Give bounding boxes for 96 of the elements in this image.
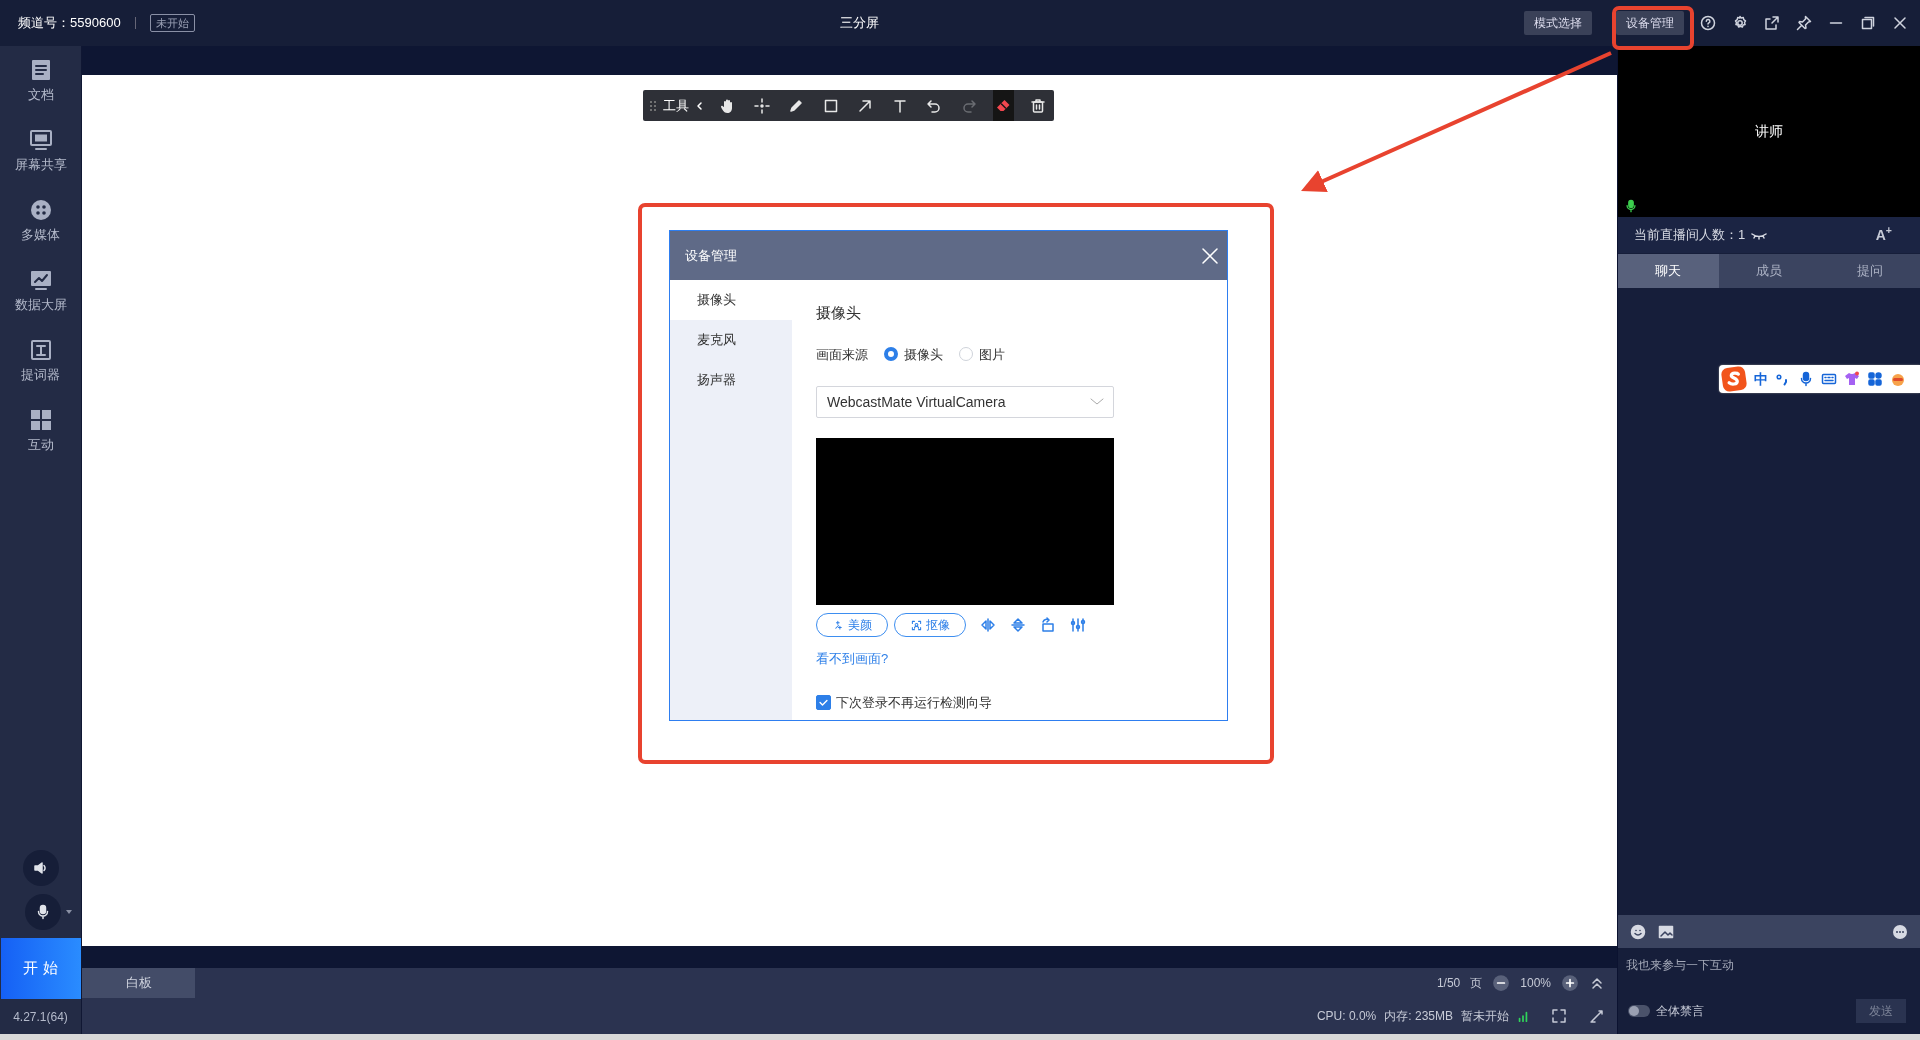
grid-icon [28, 408, 53, 432]
sidebar-label: 提词器 [21, 366, 60, 384]
help-link[interactable]: 看不到画面? [816, 649, 889, 669]
rotate-icon[interactable] [1040, 617, 1056, 633]
restore-icon[interactable] [1860, 15, 1876, 31]
redo-icon [960, 97, 977, 114]
caret-icon[interactable] [64, 908, 73, 916]
device-button[interactable]: 设备管理 [1616, 11, 1684, 35]
pen-icon [788, 97, 805, 114]
sidebar-label: 文档 [27, 86, 54, 104]
page-indicator: 1/50 [1436, 975, 1461, 992]
speaker-icon [32, 860, 49, 876]
video-label: 讲师 [1755, 122, 1783, 141]
dialog-nav-item[interactable]: 摄像头 [670, 280, 792, 320]
sidebar-item[interactable]: 提词器 [21, 338, 60, 396]
tool-button[interactable] [993, 90, 1014, 121]
field-label: 画面来源 [816, 345, 868, 364]
microphone-button[interactable] [24, 894, 61, 930]
arrow-icon [857, 97, 874, 114]
person-frame-icon [910, 619, 922, 631]
dialog-nav-item[interactable]: 麦克风 [670, 320, 792, 360]
close-icon[interactable] [1201, 246, 1219, 265]
sidebar-label: 数据大屏 [14, 296, 67, 314]
keyboard-icon[interactable] [1821, 371, 1837, 387]
toolbar-label: 工具 [663, 96, 689, 115]
sparkle-icon [832, 619, 844, 631]
channel-number: 频道号：5590600 [18, 14, 121, 33]
eraser-icon [995, 97, 1012, 114]
mode-button[interactable]: 模式选择 [1524, 11, 1592, 35]
collapse-chevron-icon[interactable] [695, 100, 703, 111]
source-radio[interactable]: 摄像头 [884, 344, 943, 364]
whiteboard-tab[interactable]: 白板 [82, 968, 195, 998]
start-button[interactable]: 开 始 [0, 938, 81, 999]
zoom-in-icon[interactable] [1561, 974, 1579, 992]
text-icon [891, 97, 908, 114]
dialog-nav-item[interactable]: 扬声器 [670, 360, 792, 400]
sidebar-label: 屏幕共享 [14, 156, 67, 174]
viewer-count: 当前直播间人数：1 [1634, 226, 1746, 245]
microphone-icon[interactable] [1798, 371, 1814, 387]
panel-tab[interactable]: 成员 [1718, 254, 1820, 288]
effect-button[interactable]: 美颜 [816, 613, 888, 637]
pin-icon[interactable] [1796, 15, 1812, 31]
fullscreen-icon[interactable] [1551, 1008, 1567, 1024]
chart-monitor-icon [28, 268, 53, 292]
sidebar-item[interactable]: 互动 [27, 408, 54, 466]
status-badge: 未开始 [149, 13, 195, 33]
skip-wizard-checkbox[interactable]: 下次登录不再运行检测向导 [816, 692, 992, 712]
close-icon[interactable] [1892, 15, 1908, 31]
film-reel-icon [28, 198, 53, 222]
section-heading: 摄像头 [816, 303, 861, 323]
signal-bars-icon [1517, 1009, 1529, 1023]
page-unit: 页 [1470, 975, 1483, 992]
input-mode[interactable]: 中 [1754, 368, 1768, 390]
window-title: 三分屏 [839, 14, 879, 33]
settings-icon[interactable] [1732, 15, 1748, 31]
camera-select[interactable]: WebcastMate VirtualCamera [816, 386, 1114, 418]
sidebar-label: 多媒体 [21, 226, 60, 244]
text-box-icon [28, 338, 53, 362]
speaker-button[interactable] [22, 850, 59, 886]
memory-usage: 内存: 235MB [1384, 1008, 1453, 1025]
mute-all-toggle[interactable]: 全体禁言 [1628, 1002, 1704, 1020]
flip-vertical-icon[interactable] [1010, 617, 1026, 633]
crosshair-icon [753, 97, 770, 114]
microphone-icon [1624, 199, 1638, 213]
flip-horizontal-icon[interactable] [980, 617, 996, 633]
dialog-title: 设备管理 [685, 246, 737, 265]
trash-icon [1029, 97, 1046, 114]
square-icon [822, 97, 839, 114]
image-icon[interactable] [1658, 923, 1674, 940]
monitor-icon [28, 128, 53, 152]
sidebar-label: 互动 [27, 436, 54, 454]
sliders-icon[interactable] [1070, 617, 1086, 633]
undo-icon [926, 97, 943, 114]
apps-grid-icon[interactable] [1867, 371, 1883, 387]
sidebar-item[interactable]: 屏幕共享 [14, 128, 67, 186]
s-logo-icon[interactable] [1721, 366, 1747, 392]
zoom-out-icon[interactable] [1492, 974, 1511, 992]
stream-status: 暂未开始 [1461, 1008, 1509, 1025]
sidebar-item[interactable]: 多媒体 [21, 198, 60, 256]
source-radio[interactable]: 图片 [959, 344, 1005, 364]
cpu-usage: CPU: 0.0% [1316, 1008, 1377, 1025]
zoom-level: 100% [1520, 975, 1551, 992]
sidebar-item[interactable]: 数据大屏 [14, 268, 67, 326]
drag-handle-icon [649, 99, 657, 112]
emoji-icon[interactable] [1630, 923, 1646, 940]
popout-icon[interactable] [1764, 15, 1780, 31]
shirt-icon[interactable] [1844, 371, 1860, 387]
version-label: 4.27.1(64) [13, 1009, 68, 1026]
help-icon[interactable] [1700, 15, 1716, 31]
collapse-up-icon[interactable] [1589, 975, 1605, 991]
panel-tab[interactable]: 提问 [1819, 254, 1920, 288]
more-icon[interactable] [1892, 923, 1908, 940]
effect-button[interactable]: 抠像 [894, 613, 966, 637]
panel-tab[interactable]: 聊天 [1618, 254, 1719, 288]
font-size-button[interactable]: A$^{+}$ [1875, 224, 1892, 246]
sidebar-item[interactable]: 文档 [27, 58, 54, 116]
